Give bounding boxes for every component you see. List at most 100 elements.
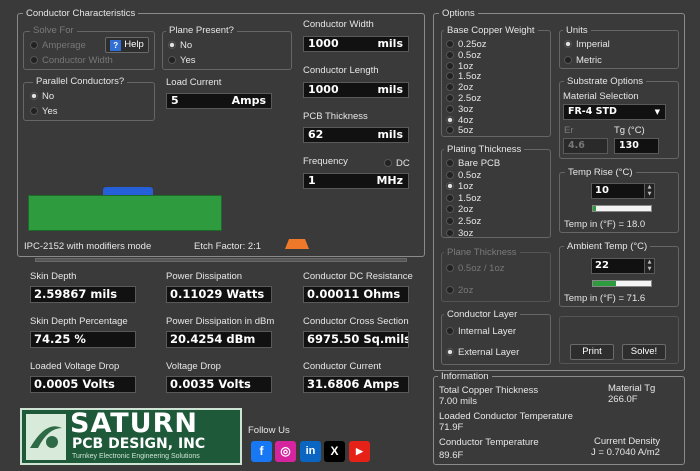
loaded-temp-value: 71.9F [439, 422, 464, 433]
etch-trapezoid [285, 239, 309, 249]
radio-label: 2oz [458, 285, 474, 296]
conductor-current-label: Conductor Current [303, 361, 382, 372]
radio-dot [446, 83, 454, 92]
radio-label: 2.5oz [458, 216, 482, 227]
plating-radio[interactable]: 2oz [446, 204, 473, 215]
copper-weight-radio[interactable]: 5oz [446, 125, 473, 136]
radio-label: 0.5oz [458, 169, 482, 181]
metric-radio[interactable]: Metric [564, 55, 602, 66]
radio-dot [446, 286, 454, 294]
copper-weight-radio[interactable]: 3oz [446, 104, 473, 115]
imperial-radio[interactable]: Imperial [564, 39, 610, 50]
radio-dot [446, 327, 454, 335]
copper-weight-legend: Base Copper Weight [444, 25, 538, 36]
load-current-input[interactable]: 5 Amps [166, 93, 272, 109]
print-button[interactable]: Print [570, 344, 614, 360]
substrate-legend: Substrate Options [564, 76, 647, 87]
ambient-temp-spinner[interactable]: 22 ▲ ▼ [591, 258, 655, 274]
plating-radio[interactable]: 1.5oz [446, 193, 481, 204]
material-select[interactable]: FR-4 STD ▼ [563, 104, 666, 120]
plating-radio[interactable]: 0.5oz [446, 170, 481, 181]
radio-dot [30, 92, 38, 100]
plane-thickness-half-radio[interactable]: 0.5oz / 1oz [446, 263, 504, 274]
copper-weight-radio[interactable]: 0.5oz [446, 50, 481, 61]
radio-label: 0.25oz [458, 39, 487, 50]
plating-radio[interactable]: 1oz [446, 181, 473, 192]
options-title: Options [439, 8, 478, 19]
conductor-length-unit: mils [377, 83, 403, 96]
temp-rise-spinner[interactable]: 10 ▲ ▼ [591, 183, 655, 199]
conductor-width-input[interactable]: 1000 mils [303, 36, 409, 52]
cross-section-value: 6975.50 Sq.mils [303, 331, 409, 348]
skin-depth-percentage-value: 74.25 % [30, 331, 136, 348]
plane-present-no-radio[interactable]: No [168, 40, 192, 51]
conductor-characteristics-title: Conductor Characteristics [23, 8, 139, 19]
loaded-voltage-drop-value: 0.0005 Volts [30, 376, 136, 393]
tg-input[interactable]: 130 [614, 138, 659, 154]
plating-radio[interactable]: 2.5oz [446, 216, 481, 227]
radio-dot [564, 56, 572, 64]
spinner-arrows-icon[interactable]: ▲ ▼ [644, 259, 654, 273]
conductor-width-label: Conductor Width [303, 19, 374, 30]
facebook-icon[interactable]: f [251, 441, 272, 462]
ambient-temp-legend: Ambient Temp (°C) [564, 241, 651, 252]
copper-weight-radio[interactable]: 0.25oz [446, 39, 487, 50]
temp-rise-bar[interactable] [592, 205, 652, 212]
logo-emblem-box [26, 414, 66, 460]
logo-title: SATURN [70, 408, 198, 439]
copper-weight-radio[interactable]: 1.5oz [446, 71, 481, 82]
cross-section-label: Conductor Cross Section [303, 316, 409, 327]
radio-label: 3oz [458, 227, 474, 239]
radio-dot [168, 41, 176, 49]
frequency-value: 1 [308, 174, 316, 187]
help-button[interactable]: ? Help [105, 37, 149, 53]
power-dbm-label: Power Dissipation in dBm [166, 316, 275, 327]
radio-dot [446, 264, 454, 272]
pcb-thickness-input[interactable]: 62 mils [303, 127, 409, 143]
radio-label: Metric [576, 55, 602, 66]
instagram-icon[interactable]: ◎ [275, 441, 296, 462]
linkedin-icon[interactable]: in [300, 441, 321, 462]
copper-weight-radio[interactable]: 4oz [446, 115, 473, 126]
current-density-value: J = 0.7040 A/m2 [591, 447, 660, 458]
solve-conductor-width-radio[interactable]: Conductor Width [30, 55, 113, 66]
skin-depth-value: 2.59867 mils [30, 286, 136, 303]
solve-button[interactable]: Solve! [622, 344, 666, 360]
parallel-no-radio[interactable]: No [30, 91, 54, 102]
plating-radio[interactable]: 3oz [446, 228, 473, 239]
internal-layer-radio[interactable]: Internal Layer [446, 326, 516, 337]
copper-weight-radio[interactable]: 1oz [446, 61, 473, 72]
radio-dot [446, 72, 454, 81]
solve-amperage-radio[interactable]: Amperage [30, 40, 86, 51]
radio-label: 2.5oz [458, 93, 482, 104]
radio-dot [446, 182, 454, 191]
material-selection-label: Material Selection [563, 91, 639, 102]
conductor-length-input[interactable]: 1000 mils [303, 82, 409, 98]
radio-dot [30, 56, 38, 64]
material-value: FR-4 STD [568, 106, 617, 117]
spinner-arrows-icon[interactable]: ▲ ▼ [644, 184, 654, 198]
parallel-yes-radio[interactable]: Yes [30, 106, 58, 117]
radio-label: Bare PCB [458, 158, 501, 169]
plane-present-yes-radio[interactable]: Yes [168, 55, 196, 66]
radio-label: 1oz [458, 181, 474, 193]
dc-label: DC [396, 158, 410, 169]
copper-weight-radio[interactable]: 2oz [446, 82, 473, 93]
plane-thickness-2oz-radio[interactable]: 2oz [446, 285, 473, 296]
radio-dot [446, 348, 454, 356]
x-icon[interactable]: X [324, 441, 345, 462]
material-tg-label: Material Tg [608, 383, 656, 394]
frequency-unit: MHz [376, 174, 403, 187]
ambient-temp-bar[interactable] [592, 280, 652, 287]
conductor-width-unit: mils [377, 37, 403, 50]
external-layer-radio[interactable]: External Layer [446, 347, 519, 358]
radio-dot [446, 170, 454, 179]
skin-depth-percentage-label: Skin Depth Percentage [30, 316, 128, 327]
saturn-logo[interactable]: SATURN PCB DESIGN, INC Turnkey Electroni… [20, 408, 242, 465]
frequency-input[interactable]: 1 MHz [303, 173, 409, 189]
dc-checkbox[interactable]: DC [384, 158, 410, 169]
youtube-icon[interactable]: ▶ [349, 441, 370, 462]
plating-radio[interactable]: Bare PCB [446, 158, 500, 169]
radio-dot [446, 61, 454, 70]
copper-weight-radio[interactable]: 2.5oz [446, 93, 481, 104]
